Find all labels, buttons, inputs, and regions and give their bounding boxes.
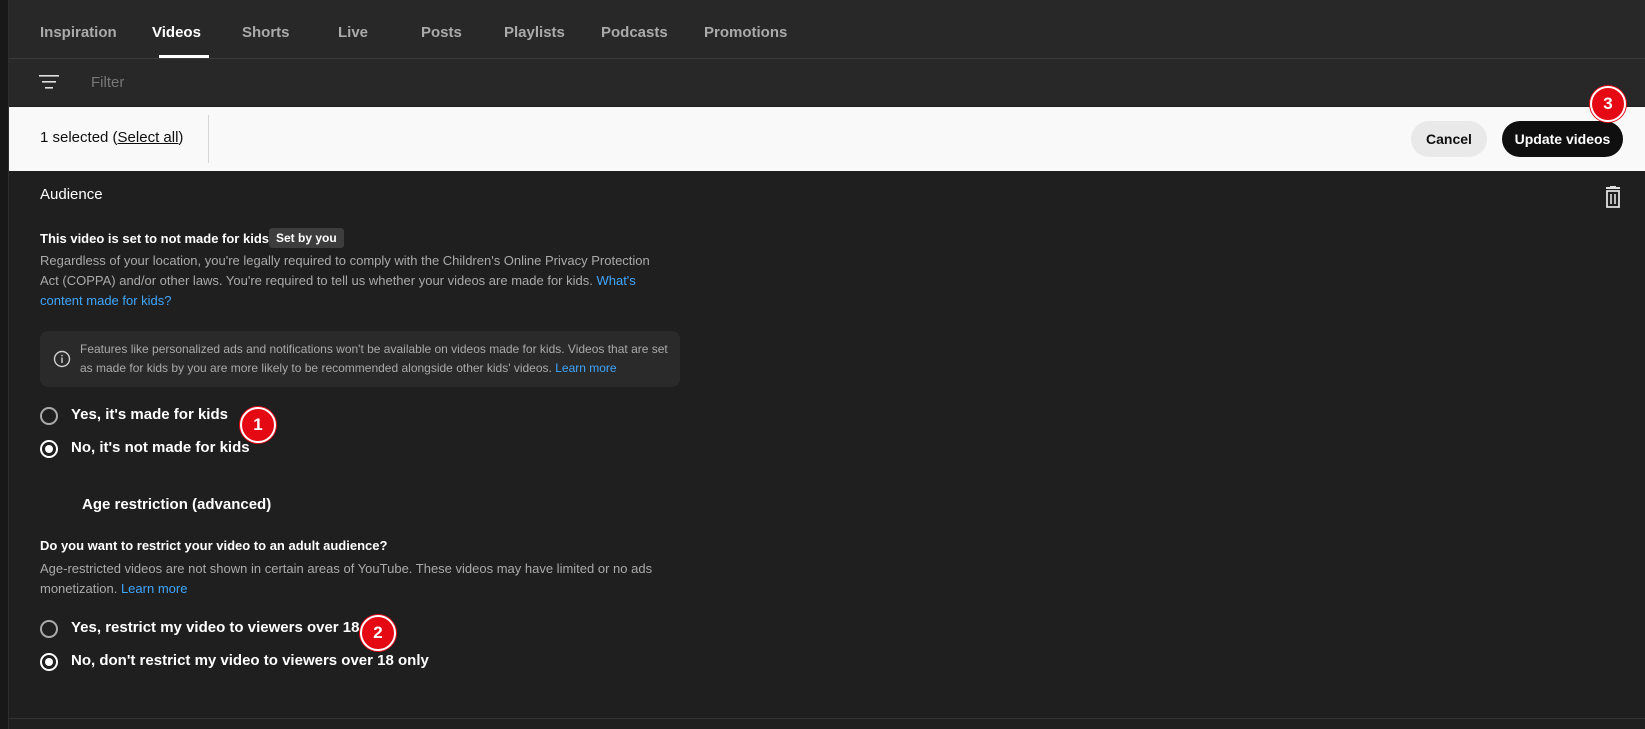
tab-bar: Inspiration Videos Shorts Live Posts Pla… bbox=[9, 0, 1645, 59]
kids-status-title: This video is set to not made for kids bbox=[40, 231, 269, 246]
cancel-button[interactable]: Cancel bbox=[1411, 121, 1487, 157]
tab-inspiration[interactable]: Inspiration bbox=[40, 24, 117, 41]
filter-bar bbox=[9, 59, 1645, 106]
tab-shorts[interactable]: Shorts bbox=[242, 24, 290, 41]
age-description: Age-restricted videos are not shown in c… bbox=[40, 561, 653, 596]
step-marker-2: 2 bbox=[360, 615, 396, 651]
audience-panel: Audience This video is set to not made f… bbox=[9, 171, 1645, 719]
age-question: Do you want to restrict your video to an… bbox=[40, 538, 388, 553]
radio-label: Yes, it's made for kids bbox=[71, 406, 228, 423]
tab-live[interactable]: Live bbox=[338, 24, 368, 41]
select-all-link[interactable]: Select all bbox=[118, 129, 179, 146]
info-icon bbox=[53, 350, 71, 368]
tab-promotions[interactable]: Promotions bbox=[704, 24, 787, 41]
tab-podcasts[interactable]: Podcasts bbox=[601, 24, 668, 41]
age-restriction-toggle[interactable]: Age restriction (advanced) bbox=[82, 496, 271, 513]
divider bbox=[208, 115, 209, 163]
tab-posts[interactable]: Posts bbox=[421, 24, 462, 41]
info-box: Features like personalized ads and notif… bbox=[40, 331, 680, 387]
radio-label: Yes, restrict my video to viewers over 1… bbox=[71, 619, 360, 636]
info-text: Features like personalized ads and notif… bbox=[80, 342, 668, 375]
learn-more-link[interactable]: Learn more bbox=[555, 361, 616, 375]
left-rail bbox=[0, 0, 9, 729]
radio-age-restrict-no[interactable]: No, don't restrict my video to viewers o… bbox=[40, 652, 440, 676]
selection-count: 1 selected (Select all) bbox=[40, 129, 184, 146]
section-title: Audience bbox=[40, 186, 103, 203]
radio-button[interactable] bbox=[40, 407, 58, 425]
set-by-you-badge: Set by you bbox=[269, 228, 344, 248]
tab-videos[interactable]: Videos bbox=[152, 24, 201, 41]
radio-button-selected[interactable] bbox=[40, 653, 58, 671]
active-tab-indicator bbox=[159, 55, 209, 58]
step-marker-3: 3 bbox=[1590, 86, 1626, 122]
coppa-description: Regardless of your location, you're lega… bbox=[40, 253, 650, 308]
radio-age-restrict-yes[interactable]: Yes, restrict my video to viewers over 1… bbox=[40, 619, 380, 643]
step-marker-1: 1 bbox=[240, 407, 276, 443]
tab-playlists[interactable]: Playlists bbox=[504, 24, 565, 41]
radio-label: No, don't restrict my video to viewers o… bbox=[71, 652, 429, 669]
filter-input[interactable] bbox=[91, 70, 491, 94]
radio-button[interactable] bbox=[40, 620, 58, 638]
trash-icon[interactable] bbox=[1603, 186, 1623, 208]
learn-more-link[interactable]: Learn more bbox=[121, 581, 187, 596]
radio-label: No, it's not made for kids bbox=[71, 439, 250, 456]
radio-button-selected[interactable] bbox=[40, 440, 58, 458]
update-videos-button[interactable]: Update videos bbox=[1502, 121, 1623, 157]
selection-bar: 1 selected (Select all) Cancel Update vi… bbox=[9, 107, 1645, 171]
filter-icon[interactable] bbox=[39, 73, 59, 91]
divider bbox=[9, 718, 1645, 719]
